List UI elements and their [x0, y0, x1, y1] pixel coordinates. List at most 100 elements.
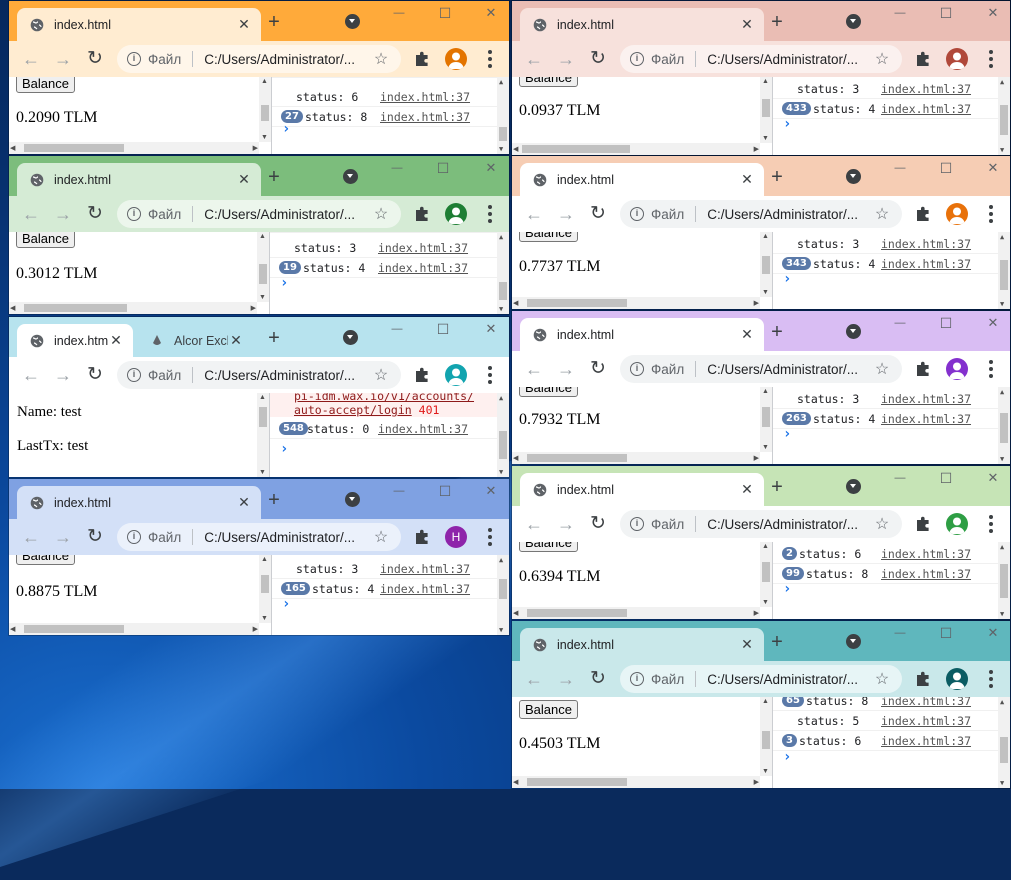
scrollbar-thumb[interactable]	[24, 304, 127, 312]
scroll-up-arrow-icon[interactable]: ▲	[1000, 543, 1004, 551]
new-tab-button[interactable]: +	[767, 322, 787, 343]
back-arrow-icon[interactable]: ←	[524, 359, 544, 379]
scroll-up-arrow-icon[interactable]: ▲	[1000, 698, 1004, 706]
extensions-puzzle-icon[interactable]	[914, 50, 932, 68]
new-tab-button[interactable]: +	[264, 490, 284, 511]
close-tab-icon[interactable]: ✕	[739, 481, 755, 498]
tab-search-icon[interactable]	[846, 14, 861, 29]
info-icon[interactable]: i	[127, 368, 141, 382]
balance-button[interactable]: Balance	[16, 232, 75, 248]
tab-search-icon[interactable]	[846, 479, 861, 494]
scrollbar-thumb[interactable]	[762, 407, 770, 427]
scroll-up-arrow-icon[interactable]: ▲	[499, 556, 503, 564]
scroll-down-arrow-icon[interactable]: ▼	[261, 615, 268, 622]
maximize-button[interactable]: ☐	[936, 470, 956, 487]
scrollbar-thumb[interactable]	[1000, 413, 1008, 443]
balance-button[interactable]: Balance	[519, 232, 578, 242]
new-tab-button[interactable]: +	[767, 632, 787, 653]
reload-icon[interactable]: ↻	[588, 359, 608, 379]
more-menu-icon[interactable]	[488, 528, 492, 546]
scroll-up-arrow-icon[interactable]: ▲	[762, 543, 769, 550]
profile-avatar-icon[interactable]	[946, 513, 968, 535]
console-scrollbar[interactable]: ▲ ▼	[998, 542, 1010, 619]
profile-avatar-icon[interactable]	[946, 48, 968, 70]
scroll-left-arrow-icon[interactable]: ◀	[513, 778, 518, 786]
scroll-right-arrow-icon[interactable]: ▶	[754, 778, 759, 786]
new-tab-button[interactable]: +	[264, 328, 284, 349]
console-source-link[interactable]: index.html:37	[881, 567, 971, 581]
back-arrow-icon[interactable]: ←	[21, 49, 41, 69]
more-menu-icon[interactable]	[989, 670, 993, 688]
close-tab-icon[interactable]: ✕	[236, 171, 252, 188]
vertical-scrollbar[interactable]: ▲ ▼	[760, 542, 772, 607]
url-text[interactable]: C:/Users/Administrator/...	[707, 517, 872, 532]
close-window-button[interactable]: ✕	[481, 160, 501, 176]
console-scrollbar[interactable]: ▲ ▼	[497, 77, 509, 154]
reload-icon[interactable]: ↻	[85, 204, 105, 224]
scrollbar-thumb[interactable]	[762, 256, 770, 274]
scroll-up-arrow-icon[interactable]: ▲	[762, 388, 769, 395]
reload-icon[interactable]: ↻	[588, 514, 608, 534]
reload-icon[interactable]: ↻	[85, 49, 105, 69]
tab-active[interactable]: index.html ✕	[17, 324, 133, 357]
console-prompt-icon[interactable]: ›	[783, 116, 791, 132]
tab-active[interactable]: index.html ✕	[520, 318, 764, 351]
scroll-up-arrow-icon[interactable]: ▲	[261, 556, 268, 563]
minimize-button[interactable]: —	[389, 485, 409, 497]
bookmark-star-icon[interactable]: ☆	[872, 669, 892, 689]
scroll-left-arrow-icon[interactable]: ◀	[10, 304, 15, 312]
balance-button[interactable]: Balance	[519, 77, 578, 87]
console-prompt-icon[interactable]: ›	[282, 596, 290, 612]
minimize-button[interactable]: —	[890, 317, 910, 329]
back-arrow-icon[interactable]: ←	[524, 669, 544, 689]
extensions-puzzle-icon[interactable]	[413, 205, 431, 223]
url-text[interactable]: C:/Users/Administrator/...	[204, 52, 371, 67]
minimize-button[interactable]: —	[890, 7, 910, 19]
url-text[interactable]: C:/Users/Administrator/...	[707, 362, 872, 377]
url-text[interactable]: C:/Users/Administrator/...	[707, 207, 872, 222]
scroll-up-arrow-icon[interactable]: ▲	[1000, 233, 1004, 241]
scroll-up-arrow-icon[interactable]: ▲	[1000, 78, 1004, 86]
scroll-down-arrow-icon[interactable]: ▼	[499, 626, 503, 634]
new-tab-button[interactable]: +	[767, 477, 787, 498]
tab-search-icon[interactable]	[846, 634, 861, 649]
scroll-down-arrow-icon[interactable]: ▼	[259, 294, 266, 301]
bookmark-star-icon[interactable]: ☆	[371, 365, 391, 385]
scrollbar-thumb[interactable]	[522, 145, 630, 153]
address-bar[interactable]: i Файл C:/Users/Administrator/... ☆	[620, 355, 902, 383]
forward-arrow-icon[interactable]: →	[556, 514, 576, 534]
scroll-down-arrow-icon[interactable]: ▼	[1000, 300, 1004, 308]
back-arrow-icon[interactable]: ←	[21, 204, 41, 224]
extensions-puzzle-icon[interactable]	[413, 366, 431, 384]
extensions-puzzle-icon[interactable]	[413, 528, 431, 546]
minimize-button[interactable]: —	[890, 162, 910, 174]
maximize-button[interactable]: ☐	[936, 160, 956, 177]
console-source-link[interactable]: index.html:37	[881, 392, 971, 406]
scrollbar-thumb[interactable]	[499, 127, 507, 141]
minimize-button[interactable]: —	[890, 472, 910, 484]
minimize-button[interactable]: —	[387, 162, 407, 174]
scroll-down-arrow-icon[interactable]: ▼	[499, 468, 503, 476]
scroll-right-arrow-icon[interactable]: ▶	[754, 609, 759, 617]
profile-avatar-icon[interactable]	[445, 203, 467, 225]
scrollbar-thumb[interactable]	[527, 778, 627, 786]
scroll-up-arrow-icon[interactable]: ▲	[499, 394, 503, 402]
back-arrow-icon[interactable]: ←	[524, 204, 544, 224]
bookmark-star-icon[interactable]: ☆	[371, 204, 391, 224]
bookmark-star-icon[interactable]: ☆	[872, 359, 892, 379]
scrollbar-thumb[interactable]	[24, 625, 124, 633]
tab-search-icon[interactable]	[846, 169, 861, 184]
tab-search-icon[interactable]	[343, 169, 358, 184]
url-text[interactable]: C:/Users/Administrator/...	[204, 207, 371, 222]
close-tab-icon[interactable]: ✕	[228, 332, 244, 349]
address-bar[interactable]: i Файл C:/Users/Administrator/... ☆	[620, 510, 902, 538]
maximize-button[interactable]: ☐	[433, 160, 453, 177]
balance-button[interactable]: Balance	[16, 555, 75, 565]
scroll-up-arrow-icon[interactable]: ▲	[259, 233, 266, 240]
console-source-link[interactable]: index.html:37	[881, 412, 971, 426]
info-icon[interactable]: i	[630, 362, 644, 376]
close-window-button[interactable]: ✕	[481, 5, 501, 21]
balance-button[interactable]: Balance	[519, 542, 578, 552]
tab-search-icon[interactable]	[345, 14, 360, 29]
extensions-puzzle-icon[interactable]	[914, 515, 932, 533]
